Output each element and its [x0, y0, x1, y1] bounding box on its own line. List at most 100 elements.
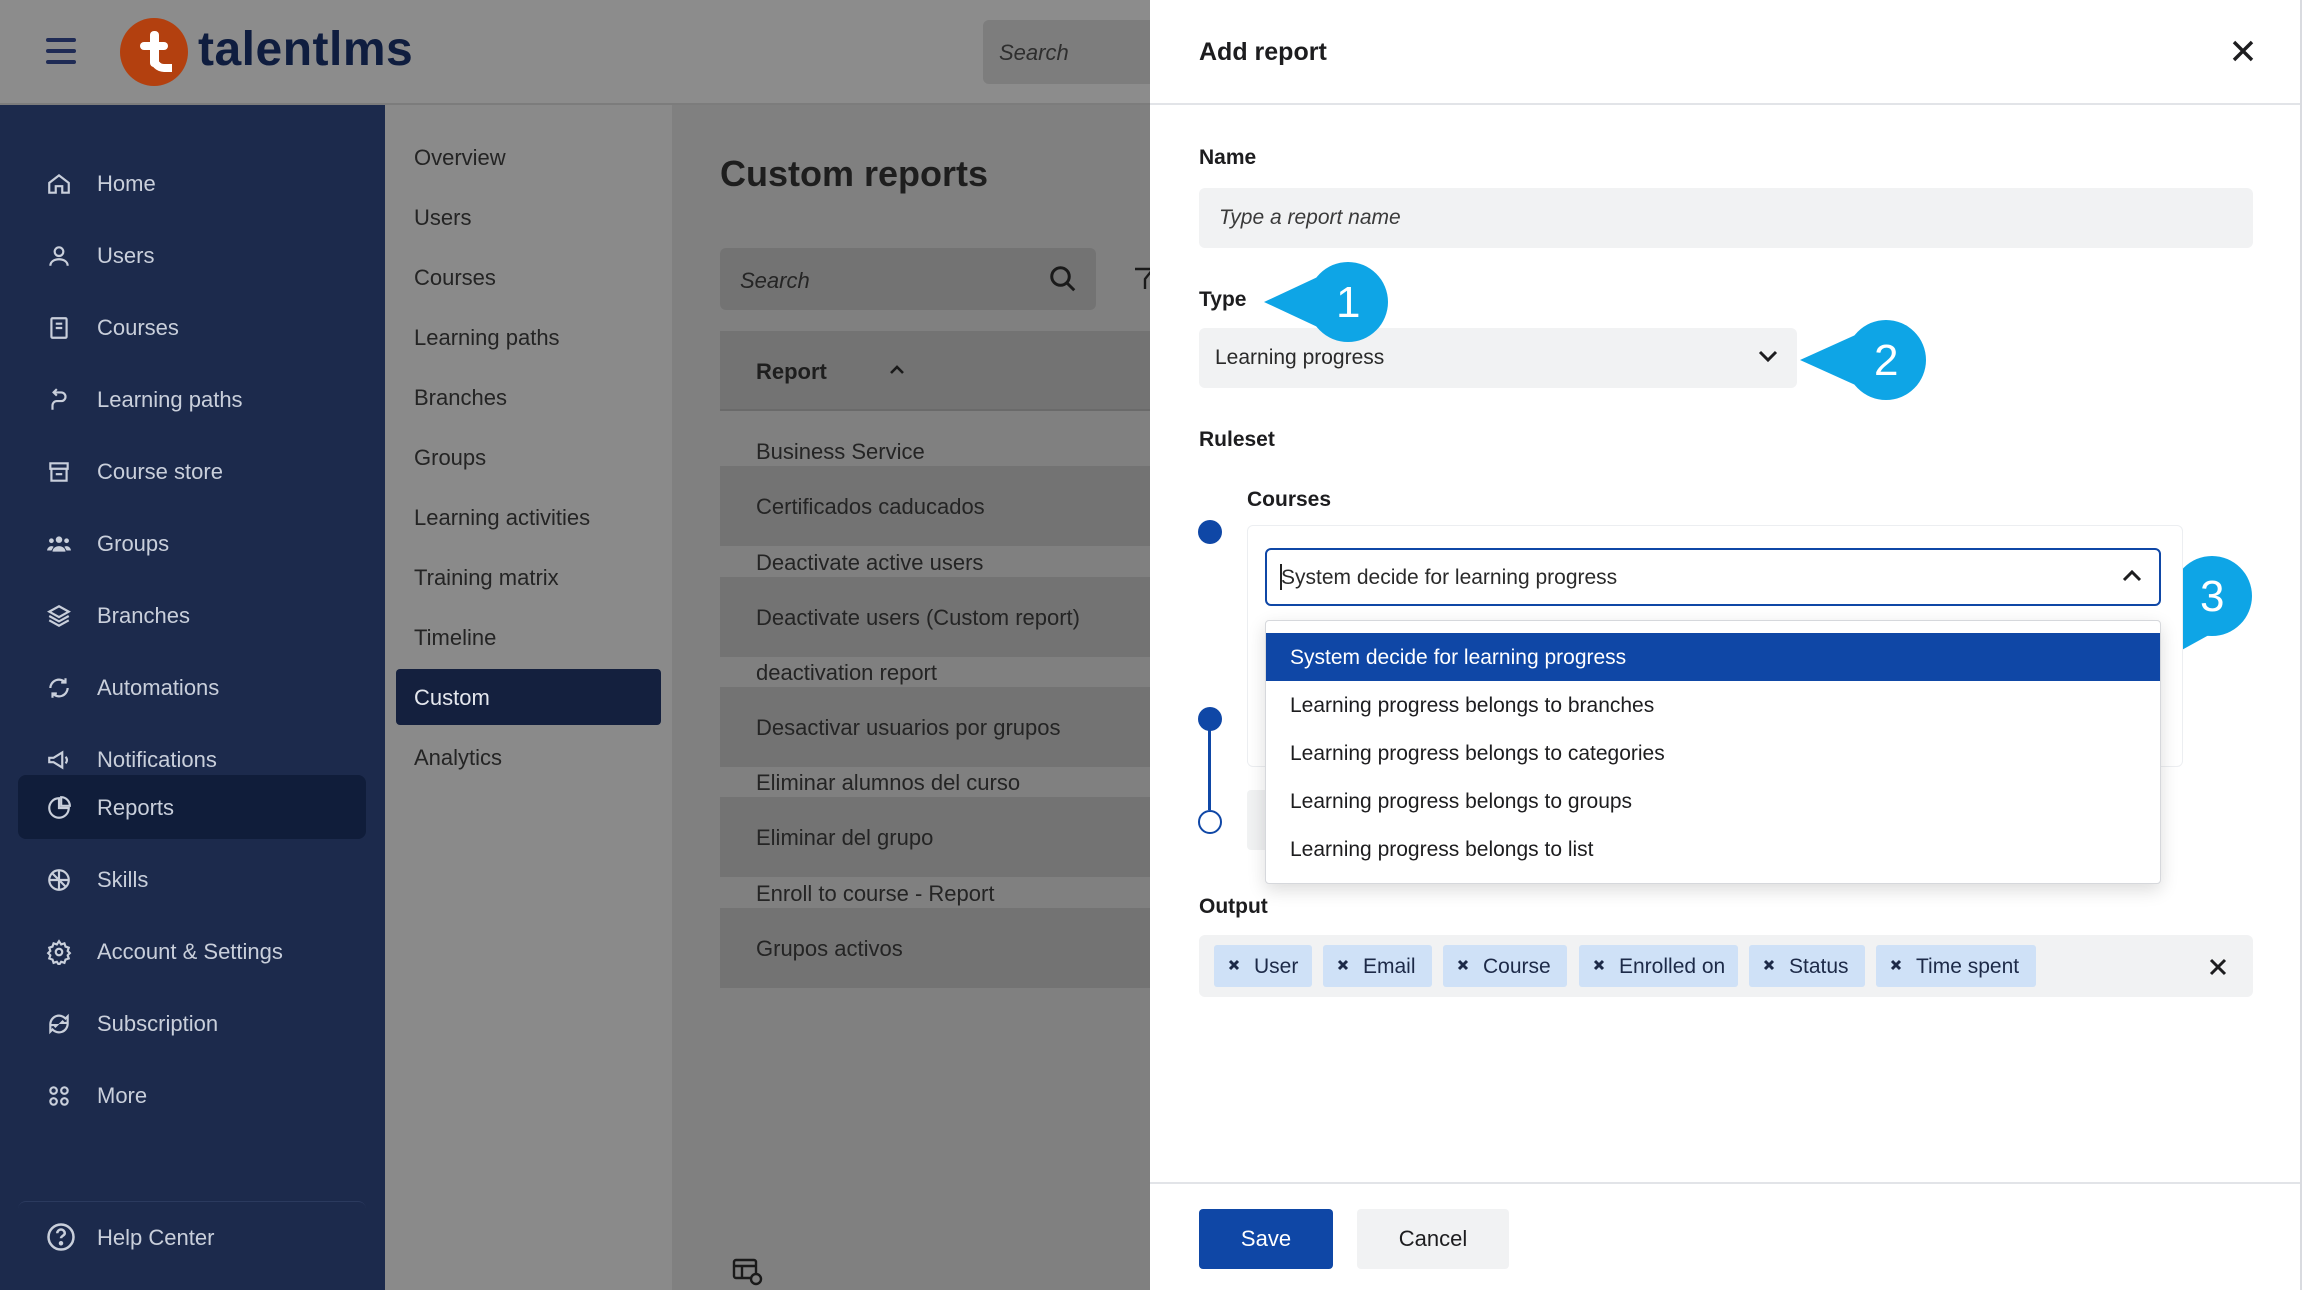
- panel-title: Add report: [1199, 38, 1327, 66]
- reports-search-input[interactable]: Search: [720, 248, 1096, 310]
- skills-icon: [48, 869, 70, 891]
- subnav-item-label: Branches: [414, 385, 507, 410]
- rule-option[interactable]: Learning progress belongs to branches: [1266, 681, 2160, 729]
- subnav-item-analytics[interactable]: Analytics: [396, 729, 661, 785]
- subnav-item-users[interactable]: Users: [396, 189, 661, 245]
- sidebar-item-label: Users: [97, 243, 155, 268]
- sidebar-item-subscription[interactable]: Subscription: [18, 991, 366, 1055]
- table-header-report[interactable]: Report: [720, 331, 1150, 411]
- help-center-label: Help Center: [97, 1225, 215, 1250]
- path-icon: [51, 388, 67, 410]
- report-name: Deactivate active users: [756, 550, 984, 575]
- search-icon[interactable]: [1048, 264, 1078, 294]
- sidebar-item-label: Groups: [97, 531, 170, 556]
- rule-combobox-value: System decide for learning progress: [1281, 566, 1618, 589]
- gear-icon: [46, 939, 72, 965]
- output-chip: Time spent: [1876, 945, 2036, 987]
- subnav-item-label: Learning activities: [414, 505, 591, 530]
- chevron-down-icon: [1758, 350, 1778, 363]
- output-chip: Email: [1323, 945, 1432, 987]
- remove-chip-icon[interactable]: [1589, 955, 1609, 975]
- subnav-item-training-matrix[interactable]: Training matrix: [396, 549, 661, 605]
- rule-option-label: Learning progress belongs to branches: [1290, 694, 1655, 717]
- sidebar-item-skills[interactable]: Skills: [18, 847, 366, 911]
- column-header-report: Report: [756, 359, 827, 384]
- report-name: Desactivar usuarios por grupos: [756, 715, 1061, 740]
- sidebar-item-users[interactable]: Users: [18, 223, 366, 287]
- talentlms-logo-icon[interactable]: [120, 18, 188, 86]
- sidebar-item-automations[interactable]: Automations: [18, 655, 366, 719]
- filter-icon[interactable]: [1134, 263, 1150, 293]
- report-name-input[interactable]: [1199, 188, 2253, 248]
- output-chip-label: Enrolled on: [1619, 955, 1726, 978]
- subnav-item-label: Analytics: [414, 745, 503, 770]
- remove-chip-icon[interactable]: [1224, 955, 1244, 975]
- output-chip-label: Status: [1789, 955, 1849, 978]
- logo-text[interactable]: talentlms: [198, 22, 413, 77]
- sidebar-item-label: Notifications: [97, 747, 217, 772]
- close-icon[interactable]: [2230, 38, 2256, 64]
- pie-chart-icon: [48, 796, 71, 819]
- rule-step-marker: [1198, 707, 1222, 731]
- rule-option[interactable]: Learning progress belongs to categories: [1266, 729, 2160, 777]
- subnav-item-label: Learning paths: [414, 325, 560, 350]
- sidebar-item-label: Skills: [97, 867, 149, 892]
- remove-chip-icon[interactable]: [1453, 955, 1473, 975]
- sidebar-item-label: Automations: [97, 675, 220, 700]
- subnav-item-learning-paths[interactable]: Learning paths: [396, 309, 661, 365]
- grid-dots-icon: [49, 1086, 69, 1106]
- add-report-panel: Add report Name Type Learning progress 1…: [1150, 0, 2302, 1290]
- subnav-item-groups[interactable]: Groups: [396, 429, 661, 485]
- subnav-item-label: Custom: [414, 685, 490, 710]
- subnav-item-learning-activities[interactable]: Learning activities: [396, 489, 661, 545]
- subnav-item-custom[interactable]: Custom: [396, 669, 661, 725]
- global-search-placeholder: Search: [999, 40, 1069, 65]
- subnav-item-courses[interactable]: Courses: [396, 249, 661, 305]
- rule-combobox[interactable]: System decide for learning progress: [1265, 548, 2161, 606]
- table-row[interactable]: Grupos activos: [720, 908, 1150, 988]
- rule-option[interactable]: Learning progress belongs to list: [1266, 825, 2160, 873]
- rule-option[interactable]: Learning progress belongs to groups: [1266, 777, 2160, 825]
- sidebar: Home Users Courses Learning paths Course…: [0, 105, 385, 1290]
- report-name: Certificados caducados: [756, 494, 985, 519]
- user-icon: [49, 246, 69, 266]
- subnav-item-timeline[interactable]: Timeline: [396, 609, 661, 665]
- report-name: deactivation report: [756, 660, 937, 685]
- callout-1-number: 1: [1336, 278, 1361, 327]
- remove-chip-icon[interactable]: [1886, 955, 1906, 975]
- report-name: Eliminar del grupo: [756, 825, 934, 850]
- rule-option[interactable]: System decide for learning progress: [1266, 633, 2160, 681]
- save-button[interactable]: Save: [1199, 1209, 1333, 1269]
- output-chip-label: Course: [1483, 955, 1551, 978]
- output-fields-input[interactable]: User Email Course Enrolled on Status Tim…: [1199, 935, 2253, 997]
- report-name: Deactivate users (Custom report): [756, 605, 1080, 630]
- cancel-button[interactable]: Cancel: [1357, 1209, 1509, 1269]
- name-label: Name: [1199, 146, 1257, 169]
- help-center-link[interactable]: Help Center: [18, 1201, 366, 1271]
- hamburger-menu-icon[interactable]: [46, 38, 76, 64]
- sidebar-item-courses[interactable]: Courses: [18, 295, 366, 359]
- subnav-item-label: Courses: [414, 265, 496, 290]
- rule-option-label: Learning progress belongs to categories: [1290, 742, 1665, 765]
- sidebar-item-learning-paths[interactable]: Learning paths: [18, 367, 366, 431]
- sidebar-item-reports[interactable]: Reports: [18, 775, 366, 839]
- sidebar-item-course-store[interactable]: Course store: [18, 439, 366, 503]
- sidebar-item-home[interactable]: Home: [18, 151, 366, 215]
- remove-chip-icon[interactable]: [1333, 955, 1353, 975]
- subnav-item-branches[interactable]: Branches: [396, 369, 661, 425]
- subnav-item-overview[interactable]: Overview: [396, 129, 661, 185]
- remove-chip-icon[interactable]: [1759, 955, 1779, 975]
- clear-all-icon[interactable]: [2208, 957, 2228, 977]
- sidebar-item-groups[interactable]: Groups: [18, 511, 366, 575]
- sidebar-item-label: Course store: [97, 459, 223, 484]
- sidebar-item-more[interactable]: More: [18, 1063, 366, 1127]
- sidebar-item-branches[interactable]: Branches: [18, 583, 366, 647]
- sort-asc-icon[interactable]: [888, 361, 906, 377]
- table-settings-icon[interactable]: [732, 1257, 764, 1287]
- subnav-item-label: Overview: [414, 145, 506, 170]
- report-name: Eliminar alumnos del curso: [756, 770, 1021, 795]
- page-title: Custom reports: [720, 153, 989, 194]
- sidebar-item-account-settings[interactable]: Account & Settings: [18, 919, 366, 983]
- callout-2-marker: [1800, 320, 1926, 400]
- global-search-input[interactable]: Search: [983, 20, 1163, 84]
